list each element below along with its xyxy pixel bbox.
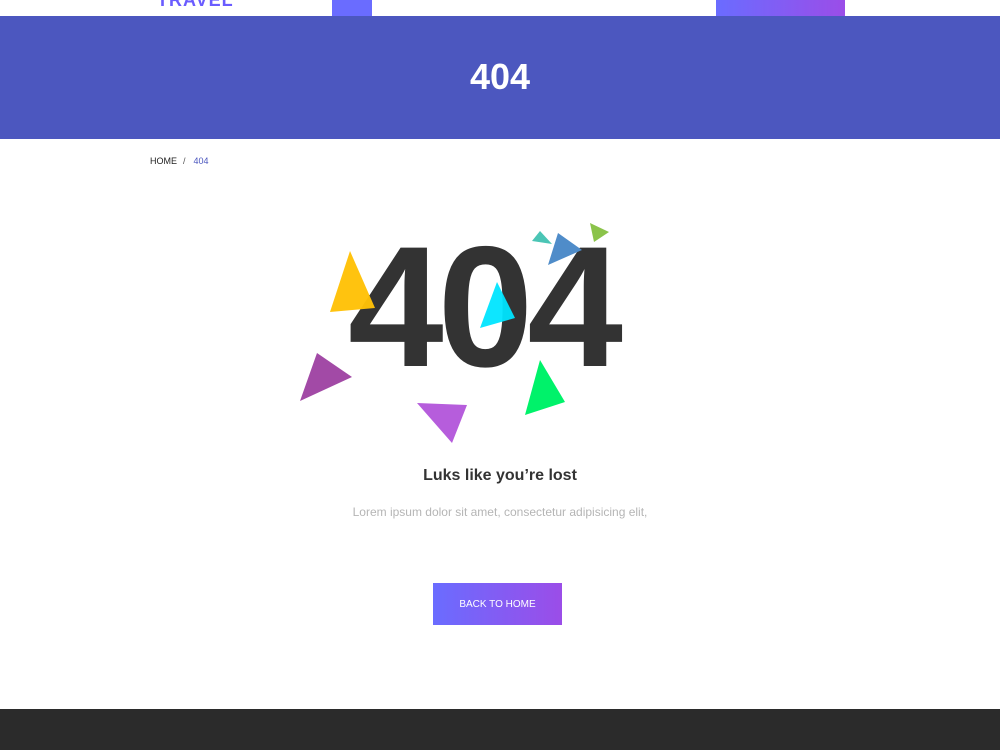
nav-item-active[interactable] bbox=[332, 0, 372, 16]
triangle-cyan bbox=[480, 282, 515, 328]
lost-heading: Luks like you’re lost bbox=[423, 467, 577, 484]
triangle-teal bbox=[532, 231, 552, 244]
breadcrumb-current: 404 bbox=[193, 156, 209, 166]
lost-description: Lorem ipsum dolor sit amet, consectetur … bbox=[352, 505, 648, 519]
back-to-home-button[interactable]: BACK TO HOME bbox=[433, 583, 562, 625]
site-header: TRAVEL bbox=[0, 0, 1000, 16]
error-illustration: 404 bbox=[290, 215, 650, 455]
triangle-yellow bbox=[330, 251, 375, 312]
page-title: 404 bbox=[469, 55, 531, 97]
header-cta-button[interactable] bbox=[716, 0, 845, 16]
breadcrumb-home-link[interactable]: HOME bbox=[150, 156, 177, 166]
triangle-violet bbox=[417, 403, 467, 443]
triangle-purple bbox=[300, 353, 352, 401]
page-banner: 404 bbox=[0, 16, 1000, 139]
breadcrumb: HOME / 404 bbox=[150, 156, 209, 166]
site-footer bbox=[0, 709, 1000, 750]
triangle-lime bbox=[590, 223, 609, 242]
site-logo[interactable]: TRAVEL bbox=[157, 0, 234, 9]
triangle-green bbox=[525, 360, 565, 415]
breadcrumb-separator: / bbox=[183, 156, 186, 166]
confetti-triangles bbox=[300, 223, 609, 443]
triangle-blue bbox=[548, 233, 582, 265]
